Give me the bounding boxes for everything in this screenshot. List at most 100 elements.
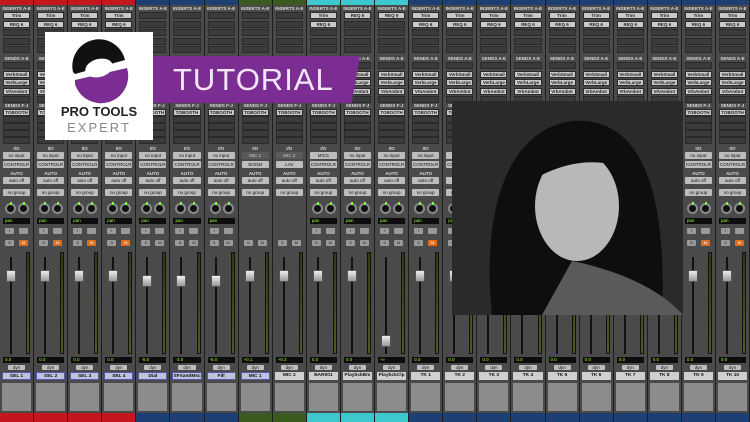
track-name[interactable]: TK 4 [513, 372, 543, 380]
send-slot[interactable]: VrbAmbnt [412, 87, 440, 95]
pan-knob-icon[interactable] [393, 202, 405, 214]
mute-button[interactable]: M [155, 240, 165, 246]
send-slot[interactable] [684, 137, 712, 144]
send-slot[interactable]: VerbSmall [684, 70, 712, 78]
input-monitor-button[interactable]: I [720, 228, 730, 234]
send-slot[interactable] [309, 137, 337, 144]
track-name[interactable]: TK 5 [547, 372, 577, 380]
pan-knob-icon[interactable] [73, 202, 85, 214]
solo-button[interactable]: S [686, 240, 696, 246]
insert-slot[interactable] [139, 20, 167, 28]
send-slot[interactable]: VerbLarge [650, 79, 678, 86]
dyn-button[interactable]: dyn [485, 365, 503, 370]
track-name[interactable]: BAR001 [308, 372, 338, 380]
insert-slot[interactable] [514, 46, 542, 53]
send-slot[interactable]: VerbLarge [684, 79, 712, 86]
insert-slot[interactable] [309, 37, 337, 45]
send-slot[interactable] [718, 130, 747, 137]
dyn-button[interactable]: dyn [144, 365, 162, 370]
send-slot[interactable]: TOBOOTH [3, 109, 31, 116]
send-slot[interactable] [173, 130, 201, 137]
insert-slot[interactable] [343, 37, 372, 45]
insert-slot[interactable] [173, 37, 201, 45]
group-selector[interactable]: no group [275, 189, 303, 196]
solo-button[interactable]: S [209, 240, 219, 246]
send-slot[interactable]: VerbLarge [718, 79, 747, 86]
insert-slot[interactable] [173, 12, 201, 19]
send-slot[interactable] [378, 130, 406, 137]
send-slot[interactable] [412, 130, 440, 137]
output-selector[interactable]: BOOM [241, 161, 269, 168]
insert-slot[interactable]: REQ 6 [105, 20, 133, 28]
insert-slot[interactable] [241, 37, 269, 45]
insert-slot[interactable] [446, 37, 474, 45]
track-name[interactable]: TK 3 [479, 372, 509, 380]
insert-slot[interactable]: Trim [548, 12, 576, 19]
insert-slot[interactable] [343, 29, 372, 36]
insert-slot[interactable]: Trim [650, 12, 678, 19]
input-monitor-button[interactable]: I [39, 228, 49, 234]
input-monitor-button[interactable]: I [414, 228, 424, 234]
fader-handle[interactable] [687, 270, 698, 282]
track-name[interactable]: SEL 4 [104, 372, 134, 380]
automation-mode[interactable]: auto off [71, 177, 99, 184]
input-monitor-button[interactable]: I [5, 228, 14, 234]
mute-button[interactable]: M [121, 240, 131, 246]
group-selector[interactable]: no group [105, 189, 133, 196]
send-slot[interactable]: VrbAmbnt [616, 87, 644, 95]
dyn-button[interactable]: dyn [8, 365, 26, 370]
group-selector[interactable]: no group [139, 189, 167, 196]
send-slot[interactable] [275, 130, 303, 137]
solo-button[interactable]: S [5, 240, 14, 246]
insert-slot[interactable] [173, 20, 201, 28]
track-name[interactable]: TK 2 [445, 372, 475, 380]
insert-slot[interactable] [139, 12, 167, 19]
insert-slot[interactable] [412, 46, 440, 53]
track-name[interactable]: TK 8 [649, 372, 679, 380]
mute-button[interactable]: M [428, 240, 438, 246]
send-slot[interactable] [684, 116, 712, 123]
record-enable-button[interactable] [53, 228, 63, 234]
insert-slot[interactable] [514, 37, 542, 45]
insert-slot[interactable] [616, 37, 644, 45]
dyn-button[interactable]: dyn [723, 365, 742, 370]
solo-button[interactable]: S [720, 240, 730, 246]
mute-button[interactable]: M [291, 240, 301, 246]
send-slot[interactable]: VerbLarge [378, 79, 406, 86]
send-slot[interactable] [718, 137, 747, 144]
dyn-button[interactable]: dyn [110, 365, 128, 370]
send-slot[interactable]: VrbAmbnt [378, 87, 406, 95]
pan-knob-icon[interactable] [720, 202, 732, 214]
input-selector[interactable]: no input [71, 152, 99, 159]
dyn-button[interactable]: dyn [553, 365, 571, 370]
dyn-button[interactable]: dyn [246, 365, 264, 370]
dyn-button[interactable]: dyn [689, 365, 707, 370]
output-selector[interactable]: LAV [275, 161, 303, 168]
solo-button[interactable]: S [277, 240, 287, 246]
input-monitor-button[interactable]: I [311, 228, 321, 234]
fader-handle[interactable] [721, 270, 732, 282]
track-name[interactable]: TK 1 [411, 372, 441, 380]
insert-slot[interactable] [650, 46, 678, 53]
automation-mode[interactable]: auto off [241, 177, 269, 184]
send-slot[interactable] [343, 123, 372, 130]
insert-slot[interactable]: Trim [3, 12, 31, 19]
insert-slot[interactable] [275, 20, 303, 28]
send-slot[interactable] [343, 137, 372, 144]
send-slot[interactable]: VrbAmbnt [548, 87, 576, 95]
record-enable-button[interactable] [700, 228, 710, 234]
send-slot[interactable]: VerbLarge [446, 79, 474, 86]
insert-slot[interactable] [684, 37, 712, 45]
send-slot[interactable]: VerbSmall [3, 70, 31, 78]
send-slot[interactable]: VerbSmall [446, 70, 474, 78]
insert-slot[interactable] [378, 20, 406, 28]
input-monitor-button[interactable]: I [73, 228, 83, 234]
fader-handle[interactable] [176, 275, 187, 287]
send-slot[interactable]: TOBOOTH [241, 109, 269, 116]
send-slot[interactable] [650, 62, 678, 69]
insert-slot[interactable] [3, 46, 31, 53]
send-slot[interactable] [378, 123, 406, 130]
track-name[interactable]: SEL 2 [36, 372, 66, 380]
dyn-button[interactable]: dyn [314, 365, 332, 370]
fader-handle[interactable] [40, 270, 51, 282]
